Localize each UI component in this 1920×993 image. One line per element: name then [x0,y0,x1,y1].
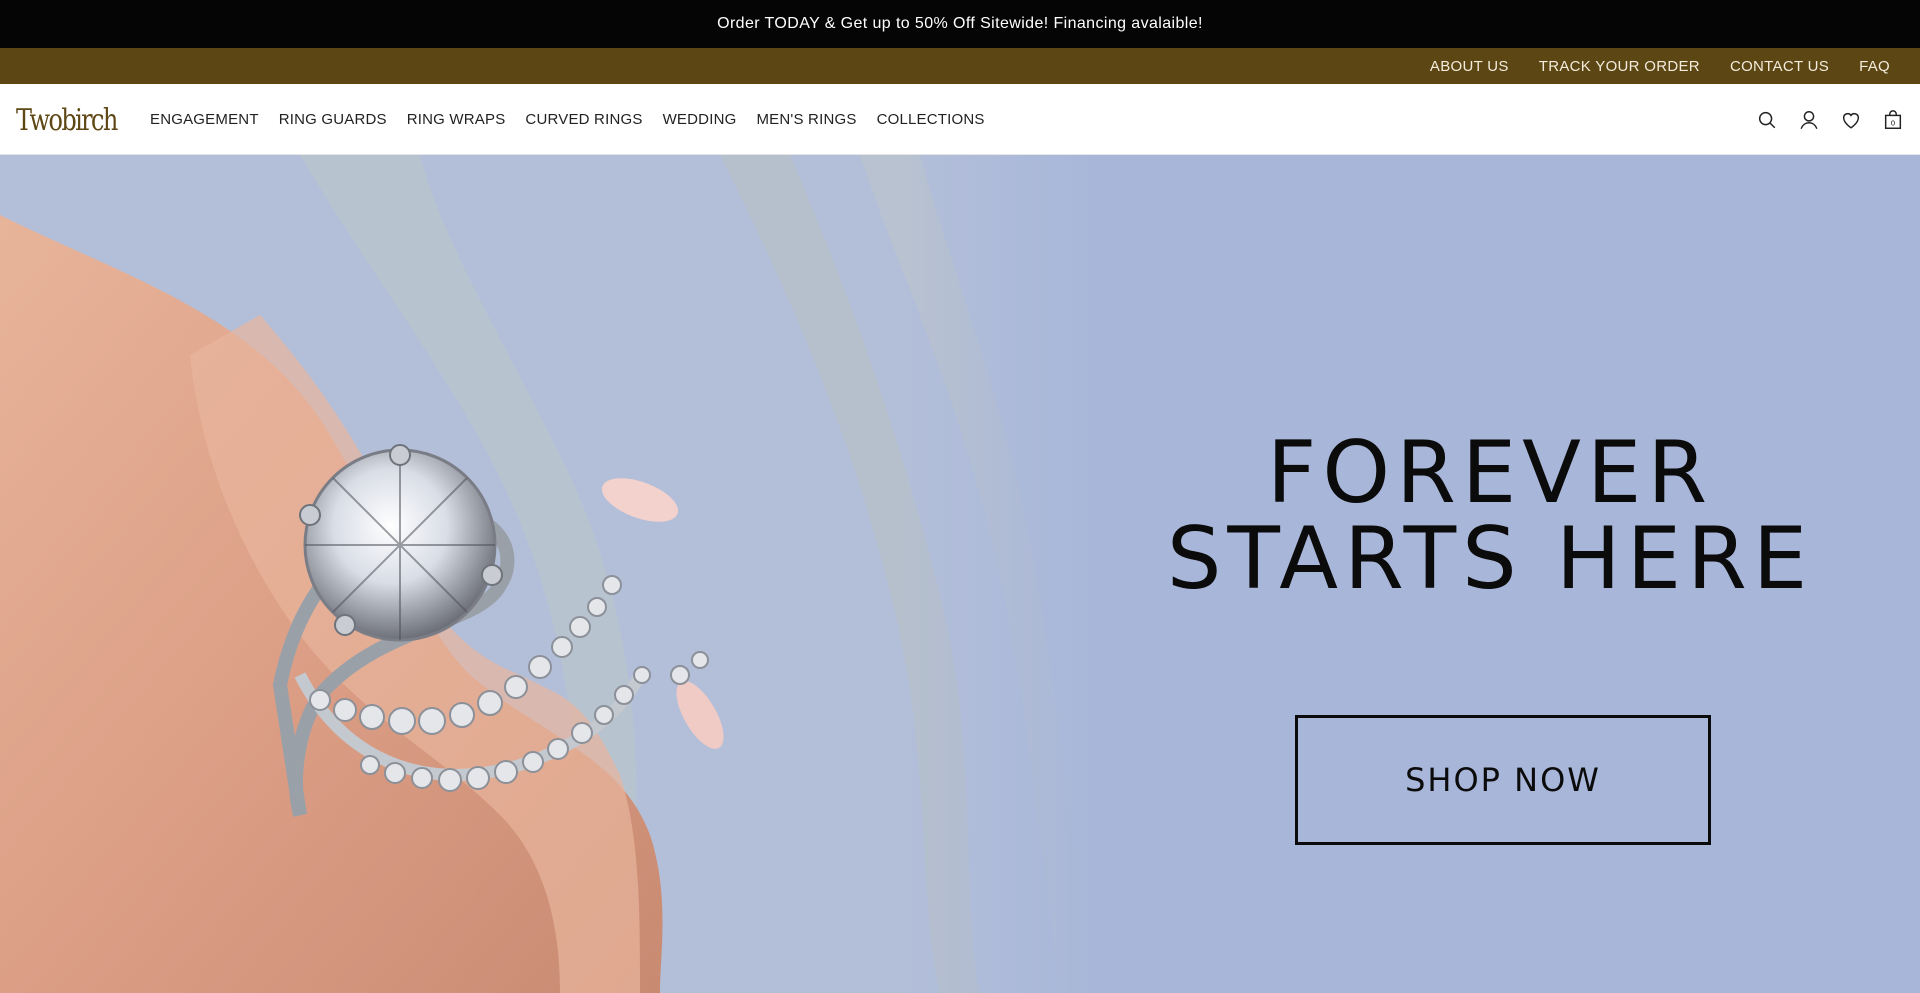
header-icons: 0 [1736,84,1904,155]
hero-headline-line2: STARTS HERE [1166,509,1814,609]
nav-engagement[interactable]: ENGAGEMENT [150,111,259,128]
nav-curved-rings[interactable]: CURVED RINGS [525,111,642,128]
nav-wedding[interactable]: WEDDING [663,111,737,128]
hero-ring-hand-image [0,155,1100,993]
hero-headline-line1: FOREVER [1266,423,1714,523]
account-icon[interactable] [1798,109,1820,131]
about-us-link[interactable]: ABOUT US [1430,58,1509,75]
main-header: Twobirch ENGAGEMENT RING GUARDS RING WRA… [0,84,1920,155]
logo[interactable]: Twobirch [16,98,118,142]
shop-now-button[interactable]: SHOP NOW [1295,715,1711,845]
nav-mens-rings[interactable]: MEN'S RINGS [756,111,856,128]
utility-nav: ABOUT US TRACK YOUR ORDER CONTACT US FAQ [0,48,1920,84]
nav-ring-guards[interactable]: RING GUARDS [279,111,387,128]
cart-bag-icon[interactable]: 0 [1882,109,1904,131]
wishlist-heart-icon[interactable] [1840,109,1862,131]
promo-text: Order TODAY & Get up to 50% Off Sitewide… [717,15,1203,32]
track-order-link[interactable]: TRACK YOUR ORDER [1539,58,1700,75]
faq-link[interactable]: FAQ [1859,58,1890,75]
promo-bar: Order TODAY & Get up to 50% Off Sitewide… [0,0,1920,48]
nav-ring-wraps[interactable]: RING WRAPS [407,111,506,128]
search-icon[interactable] [1756,109,1778,131]
cart-count: 0 [1891,118,1896,127]
main-nav: ENGAGEMENT RING GUARDS RING WRAPS CURVED… [150,84,1005,155]
hero-headline: FOREVER STARTS HERE [1110,430,1870,602]
contact-us-link[interactable]: CONTACT US [1730,58,1829,75]
nav-collections[interactable]: COLLECTIONS [877,111,985,128]
hero-banner: FOREVER STARTS HERE SHOP NOW [0,155,1920,993]
